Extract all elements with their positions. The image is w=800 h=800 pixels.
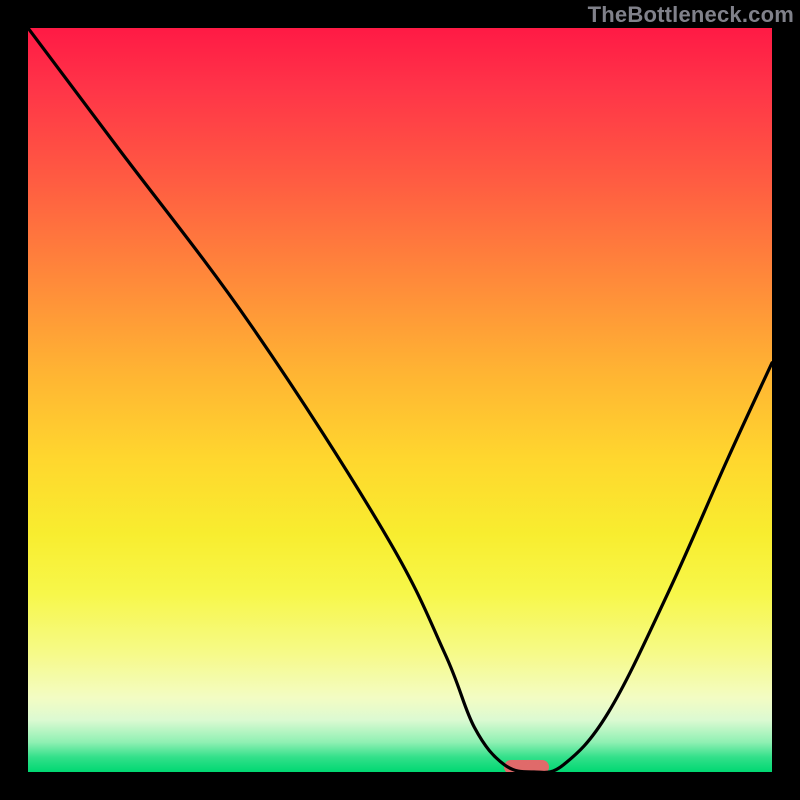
chart-frame: TheBottleneck.com [0,0,800,800]
watermark-text: TheBottleneck.com [588,2,794,28]
plot-area [28,28,772,772]
bottleneck-curve [28,28,772,772]
